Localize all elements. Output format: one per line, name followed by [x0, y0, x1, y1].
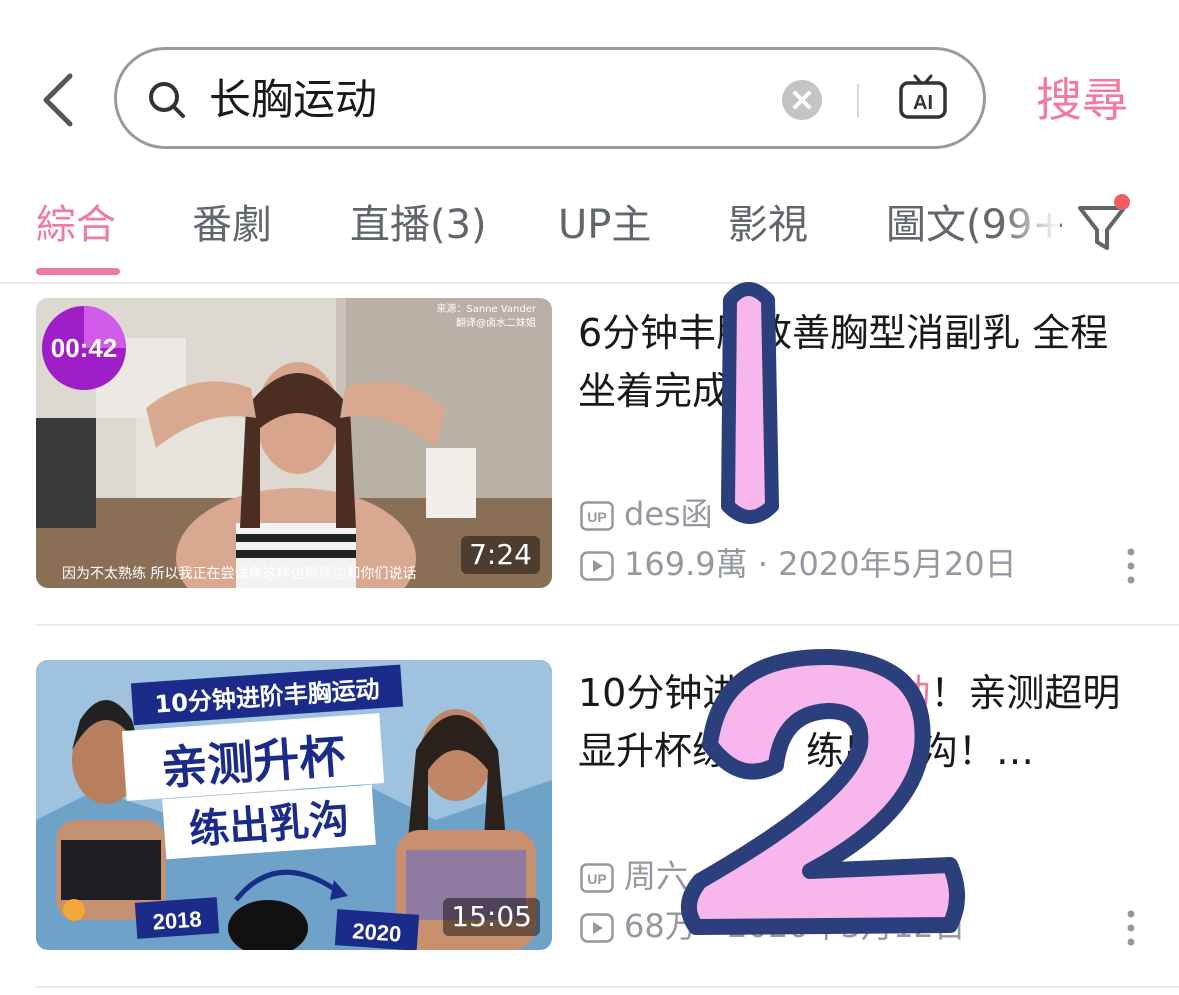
tab-live[interactable]: 直播(3): [350, 200, 487, 250]
tab-fade: [1000, 190, 1060, 270]
video-thumbnail-1[interactable]: 00:42 来源：Sanne Vander 翻译@卤水二妹姐 因为不太熟练 所以…: [36, 298, 552, 588]
row-divider: [36, 624, 1179, 626]
thumb-year-right: 2020: [352, 918, 403, 946]
svg-text:UP: UP: [587, 509, 606, 525]
tab-comprehensive[interactable]: 綜合: [36, 200, 116, 250]
tab-movies[interactable]: 影視: [728, 200, 808, 250]
tab-bar: 綜合 番劇 直播(3) UP主 影視 圖文(99+: [0, 190, 1179, 284]
clear-icon[interactable]: [782, 80, 822, 120]
search-bar[interactable]: 长胸运动 AI: [114, 47, 986, 149]
up-badge-icon: UP: [580, 863, 614, 893]
more-options-icon[interactable]: [1124, 908, 1138, 948]
up-badge-icon: UP: [580, 501, 614, 531]
search-icon: [149, 82, 185, 118]
play-count-icon: [580, 913, 614, 943]
tab-uploader[interactable]: UP主: [558, 200, 651, 250]
video-card-2[interactable]: 10分钟进阶丰胸运动 亲测升杯 练出乳沟 2018 2020 15:05 10分…: [0, 660, 1179, 986]
row-divider: [36, 986, 1179, 988]
video-duration-1: 7:24: [461, 536, 540, 574]
video-stats-1: 169.9萬 · 2020年5月20日: [580, 544, 1017, 584]
thumb-subtitle: 因为不太熟练 所以我正在尝试像这样边锻炼边和你们说话: [62, 565, 416, 582]
video-title-1[interactable]: 6分钟丰胸改善胸型消副乳 全程坐着完成！: [578, 304, 1138, 420]
video-card-1[interactable]: 00:42 来源：Sanne Vander 翻译@卤水二妹姐 因为不太熟练 所以…: [0, 298, 1179, 624]
video-stats-text-1: 169.9萬 · 2020年5月20日: [624, 545, 1017, 583]
thumb-year-left: 2018: [152, 906, 203, 934]
number-sticker-1: [721, 282, 779, 524]
search-input[interactable]: 长胸运动: [209, 72, 377, 128]
back-arrow-icon[interactable]: [36, 70, 88, 130]
svg-text:AI: AI: [913, 92, 933, 114]
active-tab-indicator: [36, 268, 120, 275]
thumb-credit-2: 翻译@卤水二妹姐: [456, 316, 536, 329]
ai-icon[interactable]: AI: [897, 72, 949, 124]
number-sticker-2: [681, 648, 965, 935]
more-options-icon[interactable]: [1124, 546, 1138, 586]
tab-anime[interactable]: 番劇: [192, 200, 272, 250]
thumb-timer: 00:42: [51, 333, 118, 363]
video-duration-2: 15:05: [443, 898, 540, 936]
search-button[interactable]: 搜尋: [1036, 72, 1128, 128]
thumb-credit-1: 来源：Sanne Vander: [436, 302, 537, 315]
video-thumbnail-2[interactable]: 10分钟进阶丰胸运动 亲测升杯 练出乳沟 2018 2020 15:05: [36, 660, 552, 950]
svg-text:UP: UP: [587, 871, 606, 887]
play-count-icon: [580, 551, 614, 581]
search-divider: [857, 84, 859, 118]
notification-dot: [1114, 194, 1130, 210]
